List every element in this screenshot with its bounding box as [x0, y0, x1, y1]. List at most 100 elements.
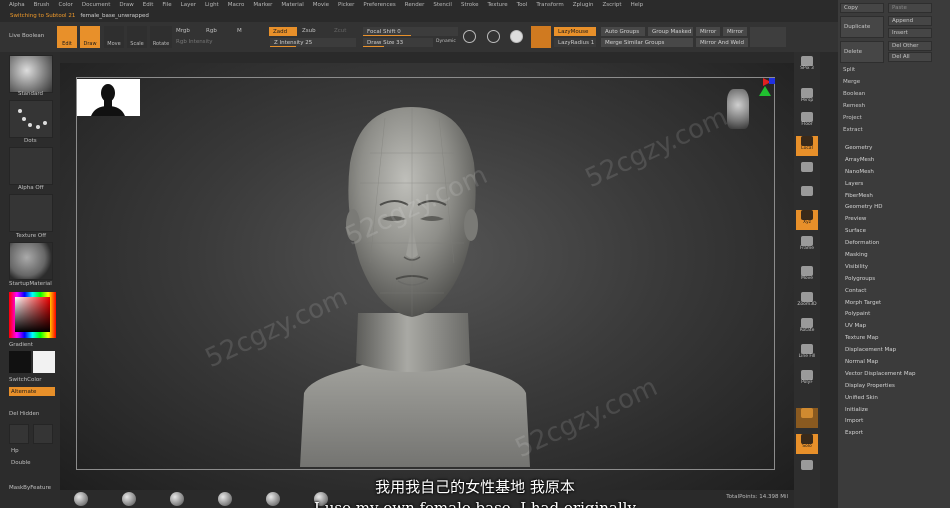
head-sculpt[interactable]	[60, 63, 794, 490]
tool-subpalette-item[interactable]: NanoMesh	[845, 167, 915, 179]
stroke-mode-icon[interactable]	[487, 30, 500, 43]
menu-item[interactable]: Help	[631, 2, 644, 8]
tool-subpalette-item[interactable]: Polygroups	[845, 274, 915, 286]
lazymouse-icon[interactable]	[531, 26, 551, 48]
menu-item[interactable]: Stencil	[433, 2, 452, 8]
secondary-color-swatch[interactable]	[33, 351, 55, 373]
zoom-button[interactable]	[796, 186, 818, 206]
menu-item[interactable]: Zplugin	[573, 2, 594, 8]
tool-subpalette-item[interactable]: Visibility	[845, 262, 915, 274]
lazyradius-slider[interactable]: LazyRadius 1	[554, 38, 596, 47]
menu-item[interactable]: Picker	[338, 2, 354, 8]
transp-button[interactable]	[796, 408, 818, 428]
tool-subpalette-item[interactable]: Export	[845, 428, 915, 440]
subtool-op-item[interactable]: Extract	[843, 124, 865, 136]
orientation-head-gizmo[interactable]	[727, 89, 749, 129]
menu-item[interactable]: Edit	[143, 2, 154, 8]
brush-preset-1[interactable]	[74, 492, 88, 506]
tool-subpalette-item[interactable]: Unified Skin	[845, 393, 915, 405]
texture-thumbnail[interactable]	[9, 194, 53, 232]
alternate-button[interactable]: Alternate	[9, 387, 55, 396]
local-button[interactable]: Local	[796, 136, 818, 156]
menu-item[interactable]: Layer	[181, 2, 196, 8]
lazymouse-button[interactable]: LazyMouse	[554, 27, 596, 36]
menu-item[interactable]: Tool	[517, 2, 528, 8]
color-picker[interactable]	[9, 292, 56, 338]
del-other-button[interactable]: Del Other	[888, 41, 932, 51]
menu-item[interactable]: Preferences	[363, 2, 395, 8]
subtool-op-item[interactable]: Remesh	[843, 100, 865, 112]
subtool-op-item[interactable]: Merge	[843, 76, 865, 88]
zcut-button[interactable]: Zcut	[334, 28, 346, 34]
tool-subpalette-item[interactable]: Texture Map	[845, 333, 915, 345]
paste-button[interactable]: Paste	[888, 3, 932, 13]
frame-button[interactable]: Frame	[796, 236, 818, 256]
tool-subpalette-item[interactable]: Deformation	[845, 238, 915, 250]
tool-subpalette-item[interactable]: Geometry	[845, 143, 915, 155]
scroll-button[interactable]	[796, 162, 818, 182]
extra-button[interactable]	[796, 460, 818, 480]
tool-subpalette-item[interactable]: Initialize	[845, 405, 915, 417]
standard-brush-thumbnail[interactable]	[9, 55, 53, 93]
tool-subpalette-item[interactable]: Displacement Map	[845, 345, 915, 357]
menu-item[interactable]: File	[162, 2, 171, 8]
menu-item[interactable]: Macro	[228, 2, 245, 8]
tool-subpalette-item[interactable]: Geometry HD	[845, 202, 915, 214]
tool-subpalette-item[interactable]: Polypaint	[845, 309, 915, 321]
menu-item[interactable]: Color	[59, 2, 73, 8]
axis-gizmo-icon[interactable]	[757, 76, 777, 106]
menu-item[interactable]: Draw	[119, 2, 133, 8]
group-masked-button[interactable]: Group Masked	[648, 27, 693, 36]
tool-subpalette-item[interactable]: Vector Displacement Map	[845, 369, 915, 381]
tool-subpalette-item[interactable]: Preview	[845, 214, 915, 226]
tool-icon-1[interactable]	[9, 424, 29, 444]
tool-subpalette-item[interactable]: Normal Map	[845, 357, 915, 369]
menu-item[interactable]: Transform	[536, 2, 563, 8]
line-fill-button[interactable]: Line Fill	[796, 344, 818, 364]
color-square[interactable]	[15, 297, 50, 332]
switch-color-button[interactable]: SwitchColor	[9, 377, 42, 383]
mirror-and-weld-button[interactable]: Mirror And Weld	[696, 38, 748, 47]
tool-subpalette-item[interactable]: Layers	[845, 179, 915, 191]
menu-item[interactable]: Texture	[488, 2, 508, 8]
brush-preset-5[interactable]	[266, 492, 280, 506]
scale-button[interactable]: Scale	[127, 26, 147, 48]
rotate-view-button[interactable]: Rotate	[796, 318, 818, 338]
mirror-button-2[interactable]: Mirror	[723, 27, 747, 36]
append-button[interactable]: Append	[888, 16, 932, 26]
rotate-button[interactable]: Rotate	[150, 26, 172, 48]
tool-subpalette-item[interactable]: Surface	[845, 226, 915, 238]
tool-subpalette-item[interactable]: UV Map	[845, 321, 915, 333]
subtool-op-item[interactable]: Boolean	[843, 88, 865, 100]
material-sphere-icon[interactable]	[510, 30, 523, 43]
brush-preset-3[interactable]	[170, 492, 184, 506]
menu-item[interactable]: Zscript	[602, 2, 621, 8]
tool-subpalette-item[interactable]: Masking	[845, 250, 915, 262]
auto-groups-button[interactable]: Auto Groups	[601, 27, 645, 36]
double-button[interactable]: Double	[11, 460, 31, 466]
tool-icon-2[interactable]	[33, 424, 53, 444]
copy-button[interactable]: Copy	[840, 3, 884, 13]
material-thumbnail[interactable]	[9, 242, 53, 280]
xyz-button[interactable]: Xyz	[796, 210, 818, 230]
zoom3d-button[interactable]: Zoom3D	[796, 292, 818, 312]
alpha-thumbnail[interactable]	[9, 147, 53, 185]
dots-stroke-thumbnail[interactable]	[9, 100, 53, 138]
tool-subpalette-item[interactable]: Display Properties	[845, 381, 915, 393]
brush-mode-icon[interactable]	[463, 30, 476, 43]
delete-button[interactable]: Delete	[840, 41, 884, 63]
subtool-op-item[interactable]: Project	[843, 112, 865, 124]
menu-item[interactable]: Brush	[34, 2, 50, 8]
m-button[interactable]: M	[237, 28, 242, 34]
menu-item[interactable]: Marker	[253, 2, 272, 8]
merge-similar-groups-button[interactable]: Merge Similar Groups	[601, 38, 693, 47]
move-button[interactable]: Move	[104, 26, 124, 48]
floor-button[interactable]: Floor	[796, 112, 818, 132]
brush-preset-2[interactable]	[122, 492, 136, 506]
menu-item[interactable]: Material	[281, 2, 303, 8]
move-view-button[interactable]: Move	[796, 266, 818, 286]
tool-subpalette-item[interactable]: FiberMesh	[845, 191, 915, 203]
rgb-intensity-slider[interactable]: Rgb Intensity	[176, 39, 213, 45]
del-hidden-button[interactable]: Del Hidden	[9, 411, 39, 417]
draw-size-slider[interactable]: Draw Size 33	[363, 38, 433, 47]
